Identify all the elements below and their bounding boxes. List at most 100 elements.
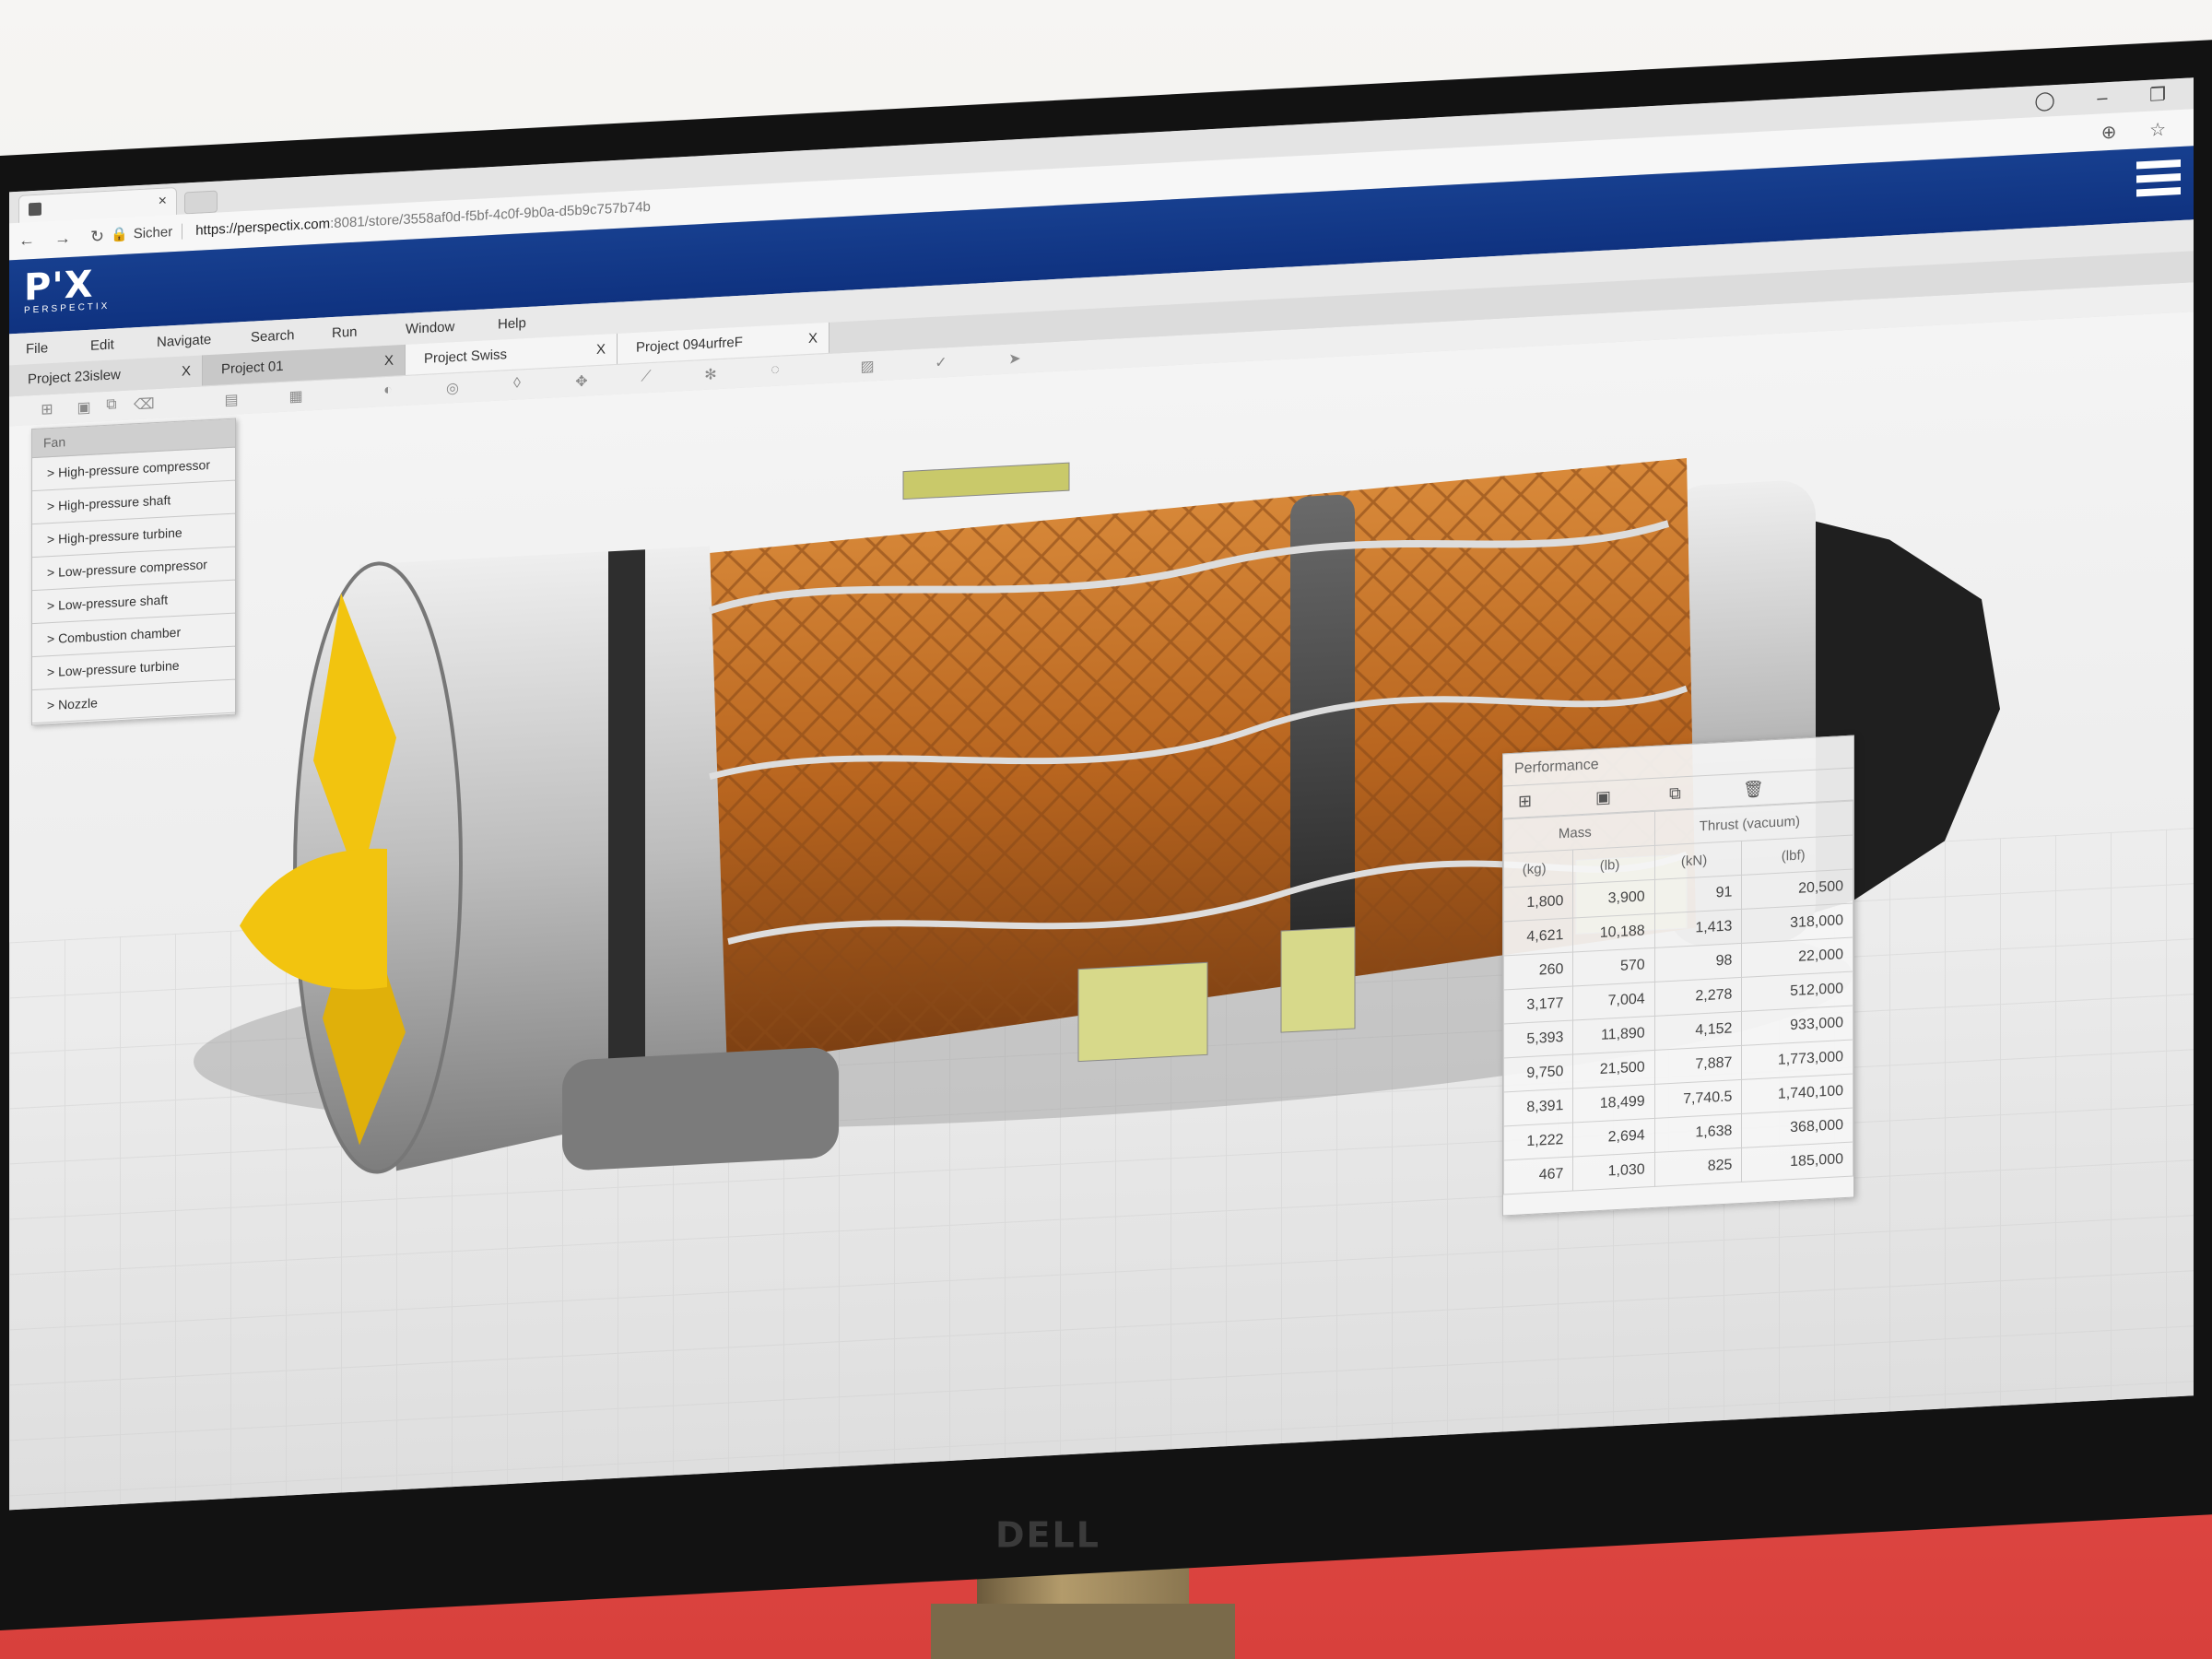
monitor-brand-logo: DELL — [995, 1514, 1100, 1556]
table-cell: 185,000 — [1741, 1142, 1853, 1182]
document-icon[interactable]: ▤ — [221, 390, 241, 409]
restore-icon[interactable]: ❐ — [2149, 85, 2166, 106]
table-cell: 933,000 — [1741, 1006, 1853, 1046]
menu-window[interactable]: Window — [406, 319, 454, 337]
table-cell: 467 — [1503, 1156, 1573, 1194]
table-cell: 368,000 — [1741, 1108, 1853, 1148]
table-cell: 7,004 — [1572, 982, 1655, 1020]
tab-close-button[interactable]: X — [596, 335, 606, 366]
table-cell: 20,500 — [1741, 869, 1853, 910]
table-cell: 1,800 — [1503, 883, 1573, 922]
lock-icon: 🔒 — [111, 226, 128, 243]
secure-label: Sicher — [133, 223, 183, 242]
nose-cone — [240, 848, 387, 990]
image-icon[interactable]: ▨ — [857, 357, 877, 376]
menu-file[interactable]: File — [26, 340, 48, 357]
table-cell: 7,740.5 — [1654, 1079, 1742, 1119]
table-cell: 260 — [1503, 951, 1573, 990]
back-icon[interactable]: ← — [18, 230, 35, 250]
hamburger-menu-icon[interactable] — [2136, 159, 2181, 208]
tab-label: Project 23islew — [28, 367, 121, 388]
table-cell: 3,177 — [1503, 985, 1573, 1024]
performance-panel: Performance ⊞ ▣ ⧉ 🗑 Mass Thrust (vacuum) — [1502, 735, 1854, 1217]
add-icon[interactable]: ⊞ — [1518, 792, 1532, 812]
app-logo: P'X PERSPECTIX — [24, 263, 110, 316]
gearbox — [562, 1047, 839, 1171]
copy-icon[interactable]: ⧉ — [1669, 783, 1681, 804]
tab-close-button[interactable]: X — [808, 323, 818, 354]
table-cell: 2,278 — [1654, 977, 1742, 1017]
url-host: https://perspectix.com — [195, 216, 331, 239]
reload-icon[interactable]: ↻ — [90, 227, 104, 246]
zoom-icon[interactable]: ⊕ — [2101, 123, 2117, 144]
monitor-bezel: DELL × ◯ – ❐ ← → ↻ 🔒 Sicher https://persp — [0, 38, 2212, 1631]
light-icon[interactable]: ◎ — [442, 379, 463, 398]
drop-icon[interactable]: ◊ — [507, 375, 527, 394]
menu-search[interactable]: Search — [251, 327, 295, 345]
url-path: :8081/store/3558af0d-f5bf-4c0f-9b0a-d5b9… — [330, 198, 651, 232]
table-cell: 825 — [1654, 1147, 1742, 1187]
browser-tab-close-button[interactable]: × — [159, 193, 167, 209]
save-icon[interactable]: ▣ — [1595, 787, 1611, 807]
table-cell: 1,773,000 — [1741, 1040, 1853, 1080]
send-icon[interactable]: ➤ — [1005, 349, 1025, 369]
table-cell: 1,740,100 — [1741, 1074, 1853, 1114]
measure-icon[interactable]: ⟋ — [636, 369, 656, 388]
nav-buttons: ← → ↻ — [18, 226, 119, 251]
window-controls: ◯ – ❐ — [1997, 83, 2166, 115]
settings-icon[interactable]: ✻ — [700, 365, 721, 384]
menu-help[interactable]: Help — [498, 315, 526, 333]
unit-header: (kN) — [1654, 841, 1742, 880]
tab-label: Project Swiss — [424, 347, 508, 367]
trash-icon[interactable]: 🗑 — [1743, 780, 1764, 800]
control-unit — [1077, 961, 1208, 1063]
table-cell: 22,000 — [1741, 937, 1853, 978]
table-cell: 1,638 — [1654, 1113, 1742, 1153]
table-cell: 2,694 — [1572, 1118, 1655, 1157]
table-cell: 10,188 — [1572, 913, 1655, 952]
document-icon — [29, 202, 41, 217]
3d-viewport[interactable]: Fan > High-pressure compressor > High-pr… — [9, 312, 2194, 1511]
add-icon[interactable]: ⊞ — [37, 400, 57, 419]
screen: × ◯ – ❐ ← → ↻ 🔒 Sicher https://perspectix.… — [9, 77, 2194, 1511]
control-unit — [902, 462, 1070, 500]
unit-header: (lbf) — [1741, 835, 1853, 876]
forward-icon[interactable]: → — [54, 229, 71, 248]
new-tab-button[interactable] — [184, 190, 218, 215]
tab-label: Project 094urfreF — [636, 334, 743, 356]
table-cell: 11,890 — [1572, 1016, 1655, 1054]
save-icon[interactable]: ▣ — [74, 398, 94, 418]
performance-table: Mass Thrust (vacuum) (kg) (lb) (kN) (lbf… — [1503, 801, 1853, 1195]
camera-icon[interactable]: ◐ — [378, 382, 398, 401]
table-cell: 91 — [1654, 875, 1742, 914]
unit-header: (lb) — [1572, 845, 1655, 884]
table-cell: 3,900 — [1572, 879, 1655, 918]
table-cell: 98 — [1654, 943, 1742, 982]
table-cell: 21,500 — [1572, 1050, 1655, 1088]
table-cell: 18,499 — [1572, 1084, 1655, 1123]
grid-icon[interactable]: ▦ — [286, 387, 306, 406]
table-cell: 9,750 — [1503, 1053, 1573, 1092]
table-cell: 5,393 — [1503, 1019, 1573, 1058]
table-cell: 318,000 — [1741, 903, 1853, 944]
delete-icon[interactable]: ⌫ — [134, 394, 155, 414]
table-cell: 1,413 — [1654, 909, 1742, 948]
engine-model[interactable] — [9, 312, 2194, 1510]
menu-edit[interactable]: Edit — [90, 336, 114, 353]
component-tree-panel: Fan > High-pressure compressor > High-pr… — [31, 418, 236, 726]
monitor-stand-base — [931, 1604, 1235, 1659]
rotate-icon[interactable]: ◌ — [765, 361, 785, 381]
menu-navigate[interactable]: Navigate — [157, 332, 211, 350]
table-cell: 8,391 — [1503, 1088, 1573, 1126]
copy-icon[interactable]: ⧉ — [101, 396, 122, 416]
table-cell: 1,030 — [1572, 1152, 1655, 1191]
tab-close-button[interactable]: X — [384, 346, 394, 377]
star-icon[interactable]: ☆ — [2149, 120, 2166, 141]
tab-close-button[interactable]: X — [182, 356, 191, 387]
menu-run[interactable]: Run — [332, 324, 358, 341]
move-icon[interactable]: ✥ — [571, 371, 592, 391]
profile-icon[interactable]: ◯ — [2034, 90, 2054, 112]
minimize-icon[interactable]: – — [2097, 88, 2107, 109]
check-icon[interactable]: ✓ — [931, 353, 951, 372]
table-cell: 4,621 — [1503, 917, 1573, 956]
